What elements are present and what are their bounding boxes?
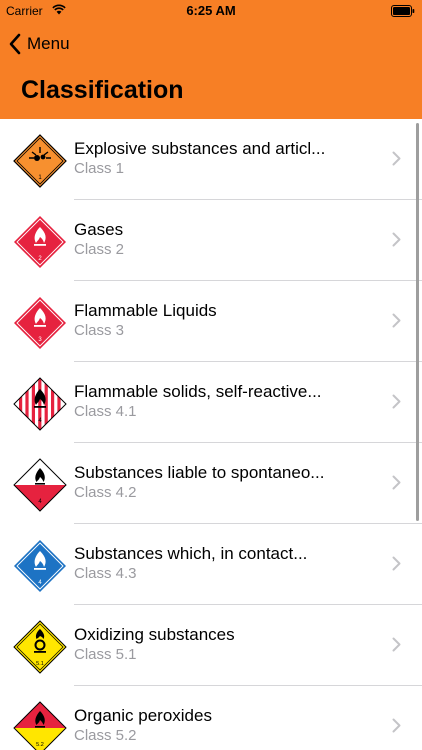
page-title: Classification xyxy=(21,76,184,104)
row-subtitle: Class 5.2 xyxy=(74,727,137,744)
row-title: Substances which, in contact... xyxy=(74,544,308,563)
chevron-right-icon xyxy=(392,637,401,652)
back-button-label: Menu xyxy=(27,34,70,53)
list-item-class-5-1[interactable]: 5.1 Oxidizing substances Class 5.1 xyxy=(0,605,422,686)
row-subtitle: Class 1 xyxy=(74,160,125,177)
row-subtitle: Class 4.3 xyxy=(74,565,137,582)
row-title: Flammable solids, self-reactive... xyxy=(74,382,322,401)
row-title: Gases xyxy=(74,220,124,239)
list-item-class-4-2[interactable]: 4 Substances liable to spontaneo... Clas… xyxy=(0,443,422,524)
list-item-class-5-2[interactable]: 5.2 Organic peroxides Class 5.2 xyxy=(0,686,422,750)
flammable-solid-placard-icon: 4 xyxy=(13,377,67,431)
list-item-class-1[interactable]: 1 Explosive substances and articl... Cla… xyxy=(0,119,422,200)
chevron-right-icon xyxy=(392,313,401,328)
spontaneous-combustion-placard-icon: 4 xyxy=(13,458,67,512)
chevron-right-icon xyxy=(392,475,401,490)
svg-text:5.2: 5.2 xyxy=(36,742,44,748)
dangerous-when-wet-placard-icon: 4 xyxy=(14,540,66,592)
battery-full-icon xyxy=(391,5,415,17)
explosive-placard-icon: 1 xyxy=(13,134,67,188)
row-subtitle: Class 4.2 xyxy=(74,484,137,501)
svg-text:5.1: 5.1 xyxy=(36,661,44,667)
chevron-right-icon xyxy=(392,232,401,247)
row-title: Substances liable to spontaneo... xyxy=(74,463,325,482)
row-subtitle: Class 4.1 xyxy=(74,403,137,420)
list-item-class-3[interactable]: 3 Flammable Liquids Class 3 xyxy=(0,281,422,362)
chevron-left-icon xyxy=(9,33,21,55)
chevron-right-icon xyxy=(392,556,401,571)
row-title: Oxidizing substances xyxy=(74,625,235,644)
organic-peroxide-placard-icon: 5.2 xyxy=(13,701,67,750)
row-title: Flammable Liquids xyxy=(74,301,217,320)
status-bar: Carrier 6:25 AM xyxy=(0,0,422,22)
status-time: 6:25 AM xyxy=(186,3,236,18)
list-item-class-4-1[interactable]: 4 Flammable solids, self-reactive... Cla… xyxy=(0,362,422,443)
oxidizer-placard-icon: 5.1 xyxy=(13,620,67,674)
flammable-gas-placard-icon: 2 xyxy=(14,216,66,268)
classification-list: 1 Explosive substances and articl... Cla… xyxy=(0,119,422,750)
navigation-bar: Carrier 6:25 AM Menu Classification xyxy=(0,0,422,119)
chevron-right-icon xyxy=(392,151,401,166)
list-item-class-2[interactable]: 2 Gases Class 2 xyxy=(0,200,422,281)
back-button[interactable]: Menu xyxy=(8,30,70,58)
chevron-right-icon xyxy=(392,718,401,733)
row-title: Organic peroxides xyxy=(74,706,212,725)
row-subtitle: Class 5.1 xyxy=(74,646,137,663)
row-subtitle: Class 3 xyxy=(74,322,125,339)
scroll-indicator[interactable] xyxy=(416,123,419,521)
flammable-liquid-placard-icon: 3 xyxy=(14,297,66,349)
list-item-class-4-3[interactable]: 4 Substances which, in contact... Class … xyxy=(0,524,422,605)
row-title: Explosive substances and articl... xyxy=(74,139,326,158)
chevron-right-icon xyxy=(392,394,401,409)
row-subtitle: Class 2 xyxy=(74,241,125,258)
